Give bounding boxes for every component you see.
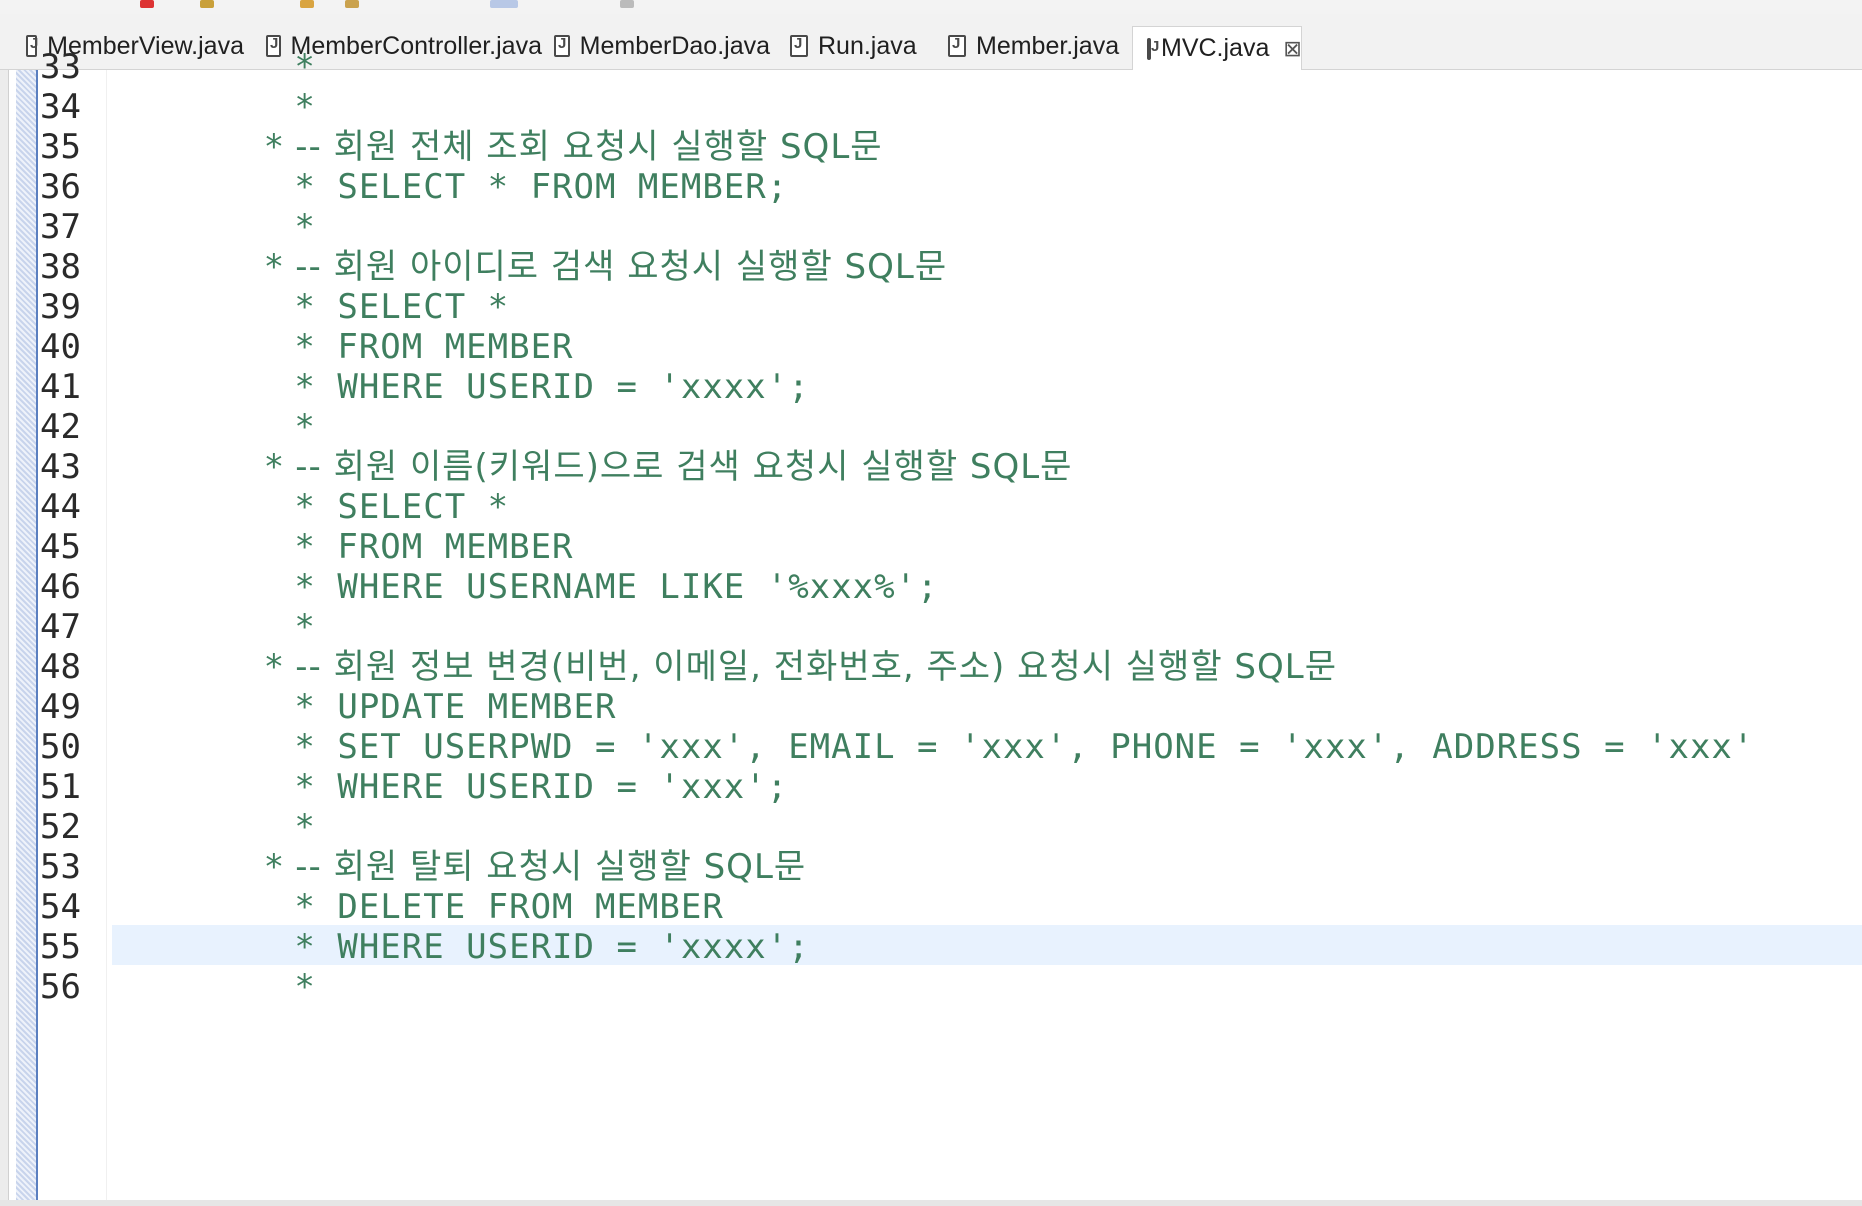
code-line[interactable]: 40 * FROM MEMBER [0, 327, 1862, 367]
line-text: * WHERE USERID = 'xxxx'; [230, 367, 810, 407]
code-line[interactable]: 55 * WHERE USERID = 'xxxx'; [0, 927, 1862, 967]
line-number: 42 [40, 407, 81, 447]
line-number: 52 [40, 807, 81, 847]
code-line[interactable]: 53 * -- 회원 탈퇴 요청시 실행할 SQL문 [0, 847, 1862, 887]
code-line[interactable]: 37 * [0, 207, 1862, 247]
code-line[interactable]: 50 * SET USERPWD = 'xxx', EMAIL = 'xxx',… [0, 727, 1862, 767]
line-text: * [230, 207, 316, 247]
code-line[interactable]: 34 * [0, 87, 1862, 127]
line-text: * FROM MEMBER [230, 527, 574, 567]
line-text: * -- 회원 탈퇴 요청시 실행할 SQL문 [230, 847, 807, 887]
line-text: * [230, 607, 316, 647]
code-line[interactable]: 56 * [0, 967, 1862, 1007]
line-text: * -- 회원 이름(키워드)으로 검색 요청시 실행할 SQL문 [230, 447, 1073, 487]
line-number: 50 [40, 727, 81, 767]
line-number: 35 [40, 127, 81, 167]
line-number: 51 [40, 767, 81, 807]
line-text: * SELECT * [230, 487, 510, 527]
line-number: 33 [40, 47, 81, 87]
line-text: * -- 회원 정보 변경(비번, 이메일, 전화번호, 주소) 요청시 실행할… [230, 647, 1337, 687]
line-text: * [230, 807, 316, 847]
line-text: * SELECT * FROM MEMBER; [230, 167, 789, 207]
line-number: 49 [40, 687, 81, 727]
code-line[interactable]: 41 * WHERE USERID = 'xxxx'; [0, 367, 1862, 407]
code-line[interactable]: 36 * SELECT * FROM MEMBER; [0, 167, 1862, 207]
line-text: * SET USERPWD = 'xxx', EMAIL = 'xxx', PH… [230, 727, 1755, 767]
line-number: 40 [40, 327, 81, 367]
line-text: * UPDATE MEMBER [230, 687, 617, 727]
code-line[interactable]: 38 * -- 회원 아이디로 검색 요청시 실행할 SQL문 [0, 247, 1862, 287]
search-icon[interactable] [620, 0, 634, 8]
code-line[interactable]: 39 * SELECT * [0, 287, 1862, 327]
code-line[interactable]: 35 * -- 회원 전체 조회 요청시 실행할 SQL문 [0, 127, 1862, 167]
open-type-icon[interactable] [490, 0, 518, 8]
main-toolbar [0, 0, 1862, 15]
debug-icon[interactable] [200, 0, 214, 8]
line-text: * WHERE USERID = 'xxxx'; [230, 927, 810, 967]
line-text: * WHERE USERNAME LIKE '%xxx%'; [230, 567, 939, 607]
editor-bottom-border [0, 1200, 1862, 1206]
line-number: 55 [40, 927, 81, 967]
code-line[interactable]: 52 * [0, 807, 1862, 847]
line-number: 48 [40, 647, 81, 687]
line-text: * [230, 407, 316, 447]
run-icon[interactable] [140, 0, 154, 8]
line-number: 37 [40, 207, 81, 247]
line-number: 46 [40, 567, 81, 607]
line-number: 44 [40, 487, 81, 527]
line-text: * WHERE USERID = 'xxx'; [230, 767, 789, 807]
line-number: 47 [40, 607, 81, 647]
line-number: 36 [40, 167, 81, 207]
line-text: * [230, 967, 316, 1007]
code-line[interactable]: 33 * [0, 47, 1862, 87]
code-line[interactable]: 45 * FROM MEMBER [0, 527, 1862, 567]
package-icon[interactable] [345, 0, 359, 8]
line-number: 54 [40, 887, 81, 927]
line-number: 45 [40, 527, 81, 567]
code-line[interactable]: 49 * UPDATE MEMBER [0, 687, 1862, 727]
line-number: 53 [40, 847, 81, 887]
code-line[interactable]: 47 * [0, 607, 1862, 647]
line-number: 34 [40, 87, 81, 127]
line-text: * [230, 87, 316, 127]
code-line[interactable]: 43 * -- 회원 이름(키워드)으로 검색 요청시 실행할 SQL문 [0, 447, 1862, 487]
code-line[interactable]: 48 * -- 회원 정보 변경(비번, 이메일, 전화번호, 주소) 요청시 … [0, 647, 1862, 687]
code-line[interactable]: 42 * [0, 407, 1862, 447]
line-text: * -- 회원 전체 조회 요청시 실행할 SQL문 [230, 127, 883, 167]
line-text: * DELETE FROM MEMBER [230, 887, 724, 927]
line-text: * SELECT * [230, 287, 510, 327]
line-number: 38 [40, 247, 81, 287]
line-text: * -- 회원 아이디로 검색 요청시 실행할 SQL문 [230, 247, 948, 287]
code-line[interactable]: 44 * SELECT * [0, 487, 1862, 527]
code-line[interactable]: 51 * WHERE USERID = 'xxx'; [0, 767, 1862, 807]
line-number: 39 [40, 287, 81, 327]
code-line[interactable]: 46 * WHERE USERNAME LIKE '%xxx%'; [0, 567, 1862, 607]
line-number: 43 [40, 447, 81, 487]
line-number: 56 [40, 967, 81, 1007]
line-text: * [230, 47, 316, 87]
line-text: * FROM MEMBER [230, 327, 574, 367]
code-editor[interactable]: 33 * 34 * 35 * -- 회원 전체 조회 요청시 실행할 SQL문 … [0, 47, 1862, 1206]
line-number: 41 [40, 367, 81, 407]
code-line[interactable]: 54 * DELETE FROM MEMBER [0, 887, 1862, 927]
build-icon[interactable] [300, 0, 314, 8]
